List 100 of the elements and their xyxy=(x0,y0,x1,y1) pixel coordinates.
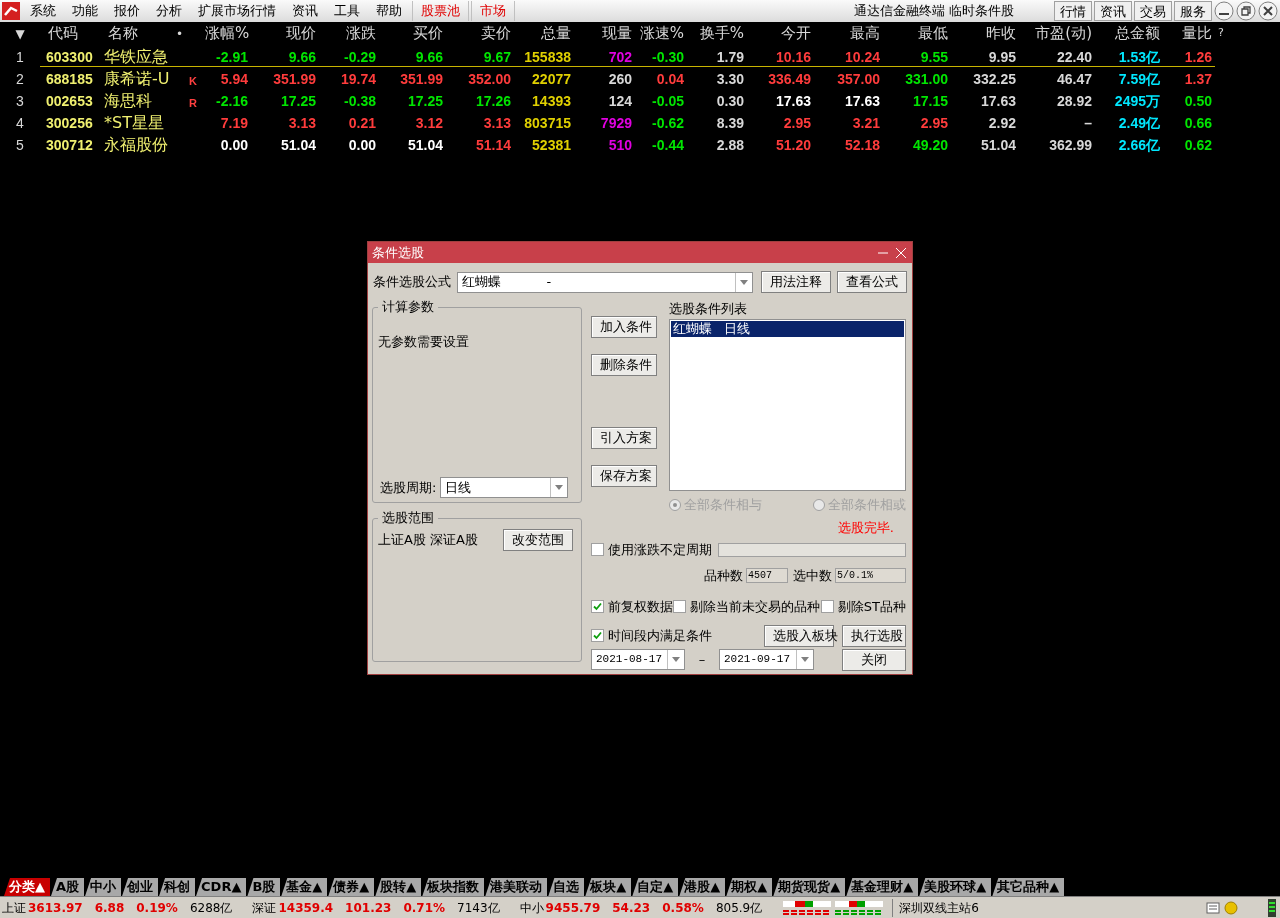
import-plan-button[interactable]: 引入方案 xyxy=(591,427,657,449)
end-date-field[interactable]: 2021-09-17 xyxy=(719,649,814,670)
menu-item[interactable]: 工具 xyxy=(326,1,368,21)
toolbar-button[interactable]: 服务 xyxy=(1174,1,1212,21)
close-button[interactable]: 关闭 xyxy=(842,648,906,671)
period-dropdown[interactable]: 日线 xyxy=(440,477,569,498)
close-icon[interactable] xyxy=(1258,1,1278,21)
market-tab[interactable]: 美股环球▲ xyxy=(919,878,992,896)
market-tab[interactable]: 股转▲ xyxy=(375,878,422,896)
column-header[interactable]: 今开 xyxy=(746,22,813,45)
help-mark[interactable]: ? xyxy=(1214,25,1230,42)
market-tab[interactable]: 科创 xyxy=(159,878,196,896)
table-cell-text: 352.00 xyxy=(467,69,512,89)
column-header[interactable]: ▼ xyxy=(0,24,40,43)
table-cell-text: 351.99 xyxy=(399,69,444,89)
column-header[interactable]: 卖价 xyxy=(445,22,513,45)
table-cell-text: 9.67 xyxy=(482,47,512,67)
index-price: 3613.97 xyxy=(28,899,83,917)
save-plan-button[interactable]: 保存方案 xyxy=(591,465,657,487)
column-header[interactable]: 昨收 xyxy=(950,22,1018,45)
table-cell-text: 260 xyxy=(607,69,633,89)
toolbar-button[interactable]: 行情 xyxy=(1054,1,1092,21)
market-tab[interactable]: 创业 xyxy=(122,878,159,896)
market-tab[interactable]: A股 xyxy=(51,878,85,896)
market-tab[interactable]: 基金▲ xyxy=(281,878,328,896)
column-header[interactable]: 代码 xyxy=(40,22,100,45)
toolbar-button[interactable]: 资讯 xyxy=(1094,1,1132,21)
column-header[interactable]: 名称 xyxy=(100,22,138,45)
market-tab[interactable]: 板块指数 xyxy=(422,878,485,896)
table-cell-text: 357.00 xyxy=(836,69,881,89)
status-text: 选股完毕. xyxy=(837,518,894,537)
menu-item[interactable]: 市场 xyxy=(471,1,515,21)
change-scope-button[interactable]: 改变范围 xyxy=(503,529,573,551)
column-header[interactable]: 换手% xyxy=(686,22,746,45)
checkbox[interactable] xyxy=(591,543,604,557)
table-cell-text: 52381 xyxy=(531,135,572,155)
stock-name: 海思科 xyxy=(103,90,152,112)
run-button[interactable]: 执行选股 xyxy=(842,624,906,647)
column-header[interactable]: 最高 xyxy=(813,22,882,45)
table-cell-text: 52.18 xyxy=(843,135,881,155)
market-tab[interactable]: 期权▲ xyxy=(726,878,773,896)
stock-name: 永福股份 xyxy=(103,134,168,156)
table-cell-text: 331.00 xyxy=(904,69,949,89)
dropdown-caret-icon xyxy=(555,485,564,490)
column-header[interactable]: 涨速% xyxy=(634,22,686,45)
market-tab[interactable]: 期货现货▲ xyxy=(773,878,846,896)
market-tab[interactable]: 分类▲ xyxy=(4,878,50,896)
column-header[interactable]: 总量 xyxy=(513,22,573,45)
column-header[interactable]: 总金额 xyxy=(1094,22,1162,45)
menu-item[interactable]: 扩展市场行情 xyxy=(190,1,284,21)
market-tab[interactable]: 其它品种▲ xyxy=(992,878,1065,896)
start-date-field[interactable]: 2021-08-17 xyxy=(591,649,685,670)
usage-notes-button[interactable]: 用法注释 xyxy=(761,271,831,293)
market-tab[interactable]: 自定▲ xyxy=(632,878,679,896)
market-tab[interactable]: 基金理财▲ xyxy=(846,878,919,896)
checkbox-label: 时间段内满足条件 xyxy=(608,626,712,645)
table-cell-text: – xyxy=(1083,113,1093,133)
column-header[interactable]: 现价 xyxy=(250,22,318,45)
view-formula-button[interactable]: 查看公式 xyxy=(837,271,907,293)
table-cell-text: 7.59亿 xyxy=(1117,69,1161,89)
column-header[interactable]: 现量 xyxy=(573,22,634,45)
column-header[interactable]: 涨幅% xyxy=(205,22,250,45)
column-header[interactable]: 涨跌 xyxy=(318,22,378,45)
menu-item[interactable]: 资讯 xyxy=(284,1,326,21)
market-tab[interactable]: 港股▲ xyxy=(679,878,726,896)
menu-item[interactable]: 帮助 xyxy=(368,1,410,21)
market-tab[interactable]: 港美联动 xyxy=(485,878,548,896)
menu-item[interactable]: 分析 xyxy=(148,1,190,21)
delete-condition-button[interactable]: 删除条件 xyxy=(591,354,657,376)
table-cell-text: 2.49亿 xyxy=(1117,113,1161,133)
checkbox[interactable] xyxy=(820,600,834,614)
menu-item[interactable]: 功能 xyxy=(64,1,106,21)
menu-item[interactable]: 报价 xyxy=(106,1,148,21)
restore-icon[interactable] xyxy=(1236,1,1256,21)
checkbox[interactable] xyxy=(673,600,687,614)
column-header[interactable]: 市盈(动) xyxy=(1018,22,1094,45)
table-cell-text: 17.15 xyxy=(911,91,949,111)
toolbar-button[interactable]: 交易 xyxy=(1134,1,1172,21)
column-header[interactable]: 量比 xyxy=(1162,22,1214,45)
formula-dropdown[interactable]: 红蝴蝶 - xyxy=(457,271,753,293)
add-condition-button[interactable]: 加入条件 xyxy=(591,316,657,338)
period-field[interactable] xyxy=(718,542,906,557)
column-header[interactable]: 买价 xyxy=(378,22,445,45)
market-tab[interactable]: 板块▲ xyxy=(585,878,632,896)
condition-item[interactable]: 红蝴蝶 日线 xyxy=(671,320,904,337)
market-tab[interactable]: 中小 xyxy=(85,878,122,896)
market-tab[interactable]: B股 xyxy=(247,878,281,896)
market-tab[interactable]: CDR▲ xyxy=(196,878,247,896)
index-change: 6.88 xyxy=(94,899,125,917)
column-header[interactable]: 最低 xyxy=(882,22,950,45)
checkbox[interactable] xyxy=(591,600,604,614)
table-cell-text: -0.30 xyxy=(651,47,685,67)
table-cell-text: 9.66 xyxy=(287,47,317,67)
menu-item[interactable]: 系统 xyxy=(22,1,64,21)
checkbox[interactable] xyxy=(591,629,604,642)
row-number: 5 xyxy=(15,135,25,155)
minimize-icon[interactable] xyxy=(1214,1,1234,21)
market-tab[interactable]: 自选 xyxy=(548,878,585,896)
menu-item[interactable]: 股票池 xyxy=(412,1,469,21)
market-tab[interactable]: 债券▲ xyxy=(328,878,375,896)
